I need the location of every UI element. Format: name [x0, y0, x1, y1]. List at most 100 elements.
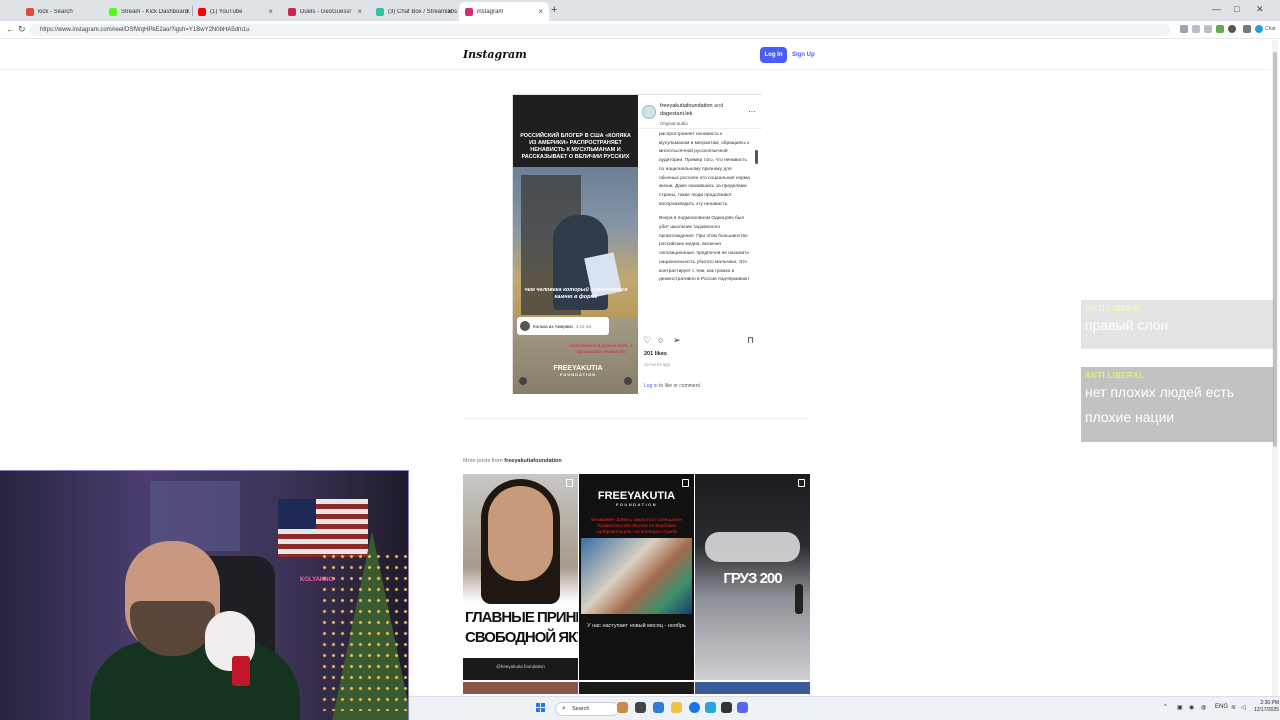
- webcam-overlay: KOLYAKNO: [0, 470, 409, 720]
- video-logo-sub: FOUNDATION: [559, 372, 597, 377]
- video-headline: РОССИЙСКИЙ БЛОГЕР В США «КОЛЯКА ИЗ АМЕРИ…: [520, 133, 631, 160]
- screen: kick - Search × Stream - Kick Dashboard …: [0, 0, 1280, 720]
- extension-icon[interactable]: [1216, 25, 1224, 33]
- tree-lights: [320, 551, 408, 711]
- clock-time: 2:30 PM: [1260, 700, 1280, 706]
- geoguessr-favicon-icon: [288, 7, 296, 16]
- close-window-icon[interactable]: ✕: [1256, 4, 1264, 15]
- section-divider: [463, 418, 810, 419]
- author-joiner: and: [714, 103, 724, 109]
- star-icon[interactable]: [1204, 25, 1212, 33]
- user-tag-icon[interactable]: [519, 377, 527, 385]
- audio-link[interactable]: Original audio: [660, 121, 688, 126]
- start-icon-tile: [536, 708, 540, 712]
- grid-post-title: ГРУЗ 200: [723, 570, 782, 587]
- post-authors: freeyakutiafoundation and dagestani.lek: [660, 102, 723, 118]
- maximize-icon[interactable]: □: [1234, 4, 1239, 14]
- grid-post[interactable]: [463, 682, 578, 694]
- tray-app-icon[interactable]: ▣: [1177, 704, 1183, 711]
- start-icon-tile: [536, 703, 540, 707]
- minimize-icon[interactable]: —: [1212, 4, 1221, 14]
- chat-message: ANTI LIBERAL правый слон: [1081, 300, 1274, 349]
- more-posts-account-link[interactable]: freeyakutiafoundation: [504, 458, 561, 464]
- extension-icon[interactable]: [1192, 25, 1200, 33]
- login-button[interactable]: Log In: [760, 47, 787, 63]
- neon-sign: KOLYAKNO: [300, 577, 334, 583]
- like-icon[interactable]: ♡: [643, 335, 651, 346]
- coauthor-link[interactable]: dagestani.lek: [660, 111, 692, 117]
- chat-text: нет плохих людей есть плохие нации: [1085, 384, 1235, 425]
- likes-count[interactable]: 201 likes: [644, 351, 667, 357]
- chat-text: правый слон: [1085, 317, 1169, 333]
- chat-username: ANTI LIBERAL: [1085, 371, 1145, 380]
- post-time: 12 hours ago: [644, 362, 671, 367]
- login-to-comment: Log in to like or comment.: [644, 383, 701, 389]
- task-view-icon[interactable]: [635, 702, 646, 713]
- grid-photo-face: [488, 486, 553, 581]
- reload-icon[interactable]: ↻: [18, 24, 26, 35]
- wifi-icon[interactable]: ≋: [1231, 704, 1236, 711]
- grid-photo-person: [795, 584, 803, 614]
- chat-message: ANTI LIBERAL нет плохих людей есть плохи…: [1081, 367, 1274, 442]
- card-time: 4:18 пм: [575, 323, 592, 329]
- grid-title-line: СВОБОДНОЙ ЯКУТ: [465, 629, 578, 646]
- grid-post[interactable]: [579, 682, 694, 694]
- back-icon[interactable]: ←: [6, 24, 15, 34]
- chat-profile-icon[interactable]: [1255, 25, 1263, 33]
- video-logo: FREEYAKUTIA FOUNDATION: [543, 365, 613, 377]
- start-icon-tile: [541, 703, 545, 707]
- login-link[interactable]: Log in: [644, 383, 658, 389]
- tray-app-icon[interactable]: ◍: [1201, 704, 1206, 711]
- file-explorer-icon[interactable]: [671, 702, 682, 713]
- profile-label[interactable]: Chat: [1265, 26, 1276, 32]
- discord-icon[interactable]: [737, 702, 748, 713]
- drink-can: [232, 656, 250, 686]
- volume-icon[interactable]: ◁: [1241, 704, 1246, 711]
- author-link[interactable]: freeyakutiafoundation: [660, 103, 713, 109]
- taskbar-clock[interactable]: 2:30 PM 12/17/2025: [1254, 700, 1279, 714]
- edge-icon[interactable]: [653, 702, 664, 713]
- mute-icon[interactable]: [624, 377, 632, 385]
- grid-post[interactable]: FREEYAKUTIA FOUNDATION Внимание! Запись …: [579, 474, 694, 680]
- grid-post[interactable]: ГЛАВНЫЕ ПРИНЦИП СВОБОДНОЙ ЯКУТ @freeyaku…: [463, 474, 578, 680]
- obs-icon[interactable]: [721, 702, 732, 713]
- reel-video[interactable]: РОССИЙСКИЙ БЛОГЕР В США «КОЛЯКА ИЗ АМЕРИ…: [513, 95, 638, 394]
- avatar[interactable]: [642, 105, 656, 119]
- tab-instagram[interactable]: instagram ×: [459, 2, 549, 21]
- pinned-icon: [566, 479, 573, 487]
- url-field[interactable]: https://www.instagram.com/reel/DSfWqHPkE…: [30, 24, 1170, 36]
- avatar-icon[interactable]: [1228, 25, 1236, 33]
- signup-button[interactable]: Sign Up: [792, 47, 815, 63]
- avatar: [520, 321, 530, 331]
- grid-post[interactable]: ГРУЗ 200: [695, 474, 810, 680]
- instagram-logo[interactable]: Instagram: [463, 48, 527, 61]
- start-icon[interactable]: [536, 703, 546, 713]
- save-icon[interactable]: ⊓: [747, 335, 754, 346]
- grid-photo-plane: [705, 532, 800, 562]
- widget-icon[interactable]: [617, 702, 628, 713]
- new-tab-button[interactable]: +: [551, 4, 557, 16]
- extension-icon[interactable]: [1180, 25, 1188, 33]
- grid-post-logo: FREEYAKUTIA FOUNDATION: [579, 490, 694, 507]
- grid-post[interactable]: [695, 682, 810, 694]
- browser-tab-strip: kick - Search × Stream - Kick Dashboard …: [0, 0, 1280, 21]
- caption-scrollbar[interactable]: [755, 135, 758, 321]
- share-icon[interactable]: ➢: [673, 335, 681, 346]
- grid-post-footer: @freeyakutia.foundation: [463, 658, 578, 680]
- language-indicator[interactable]: ENG: [1215, 704, 1228, 710]
- streamlabs-favicon-icon: [376, 7, 384, 16]
- search-icon: ⌕: [562, 705, 566, 712]
- menu-icon[interactable]: [1243, 25, 1251, 33]
- post-caption: распространяет ненависть к мусульманам и…: [659, 131, 751, 323]
- tray-chevron-icon[interactable]: ^: [1164, 704, 1167, 710]
- taskbar-search[interactable]: ⌕ Search: [555, 702, 619, 716]
- post-actions: ♡ ○ ➢ ⊓: [643, 335, 758, 347]
- telegram-icon[interactable]: [705, 702, 716, 713]
- caption-scroll-thumb[interactable]: [755, 150, 758, 164]
- tray-app-icon[interactable]: ◉: [1189, 704, 1194, 711]
- close-tab-icon[interactable]: ×: [538, 7, 549, 16]
- video-logo-text: FREEYAKUTIA: [553, 365, 603, 372]
- comment-icon[interactable]: ○: [658, 335, 663, 345]
- more-options-icon[interactable]: ···: [748, 107, 756, 116]
- chrome-icon[interactable]: [689, 702, 700, 713]
